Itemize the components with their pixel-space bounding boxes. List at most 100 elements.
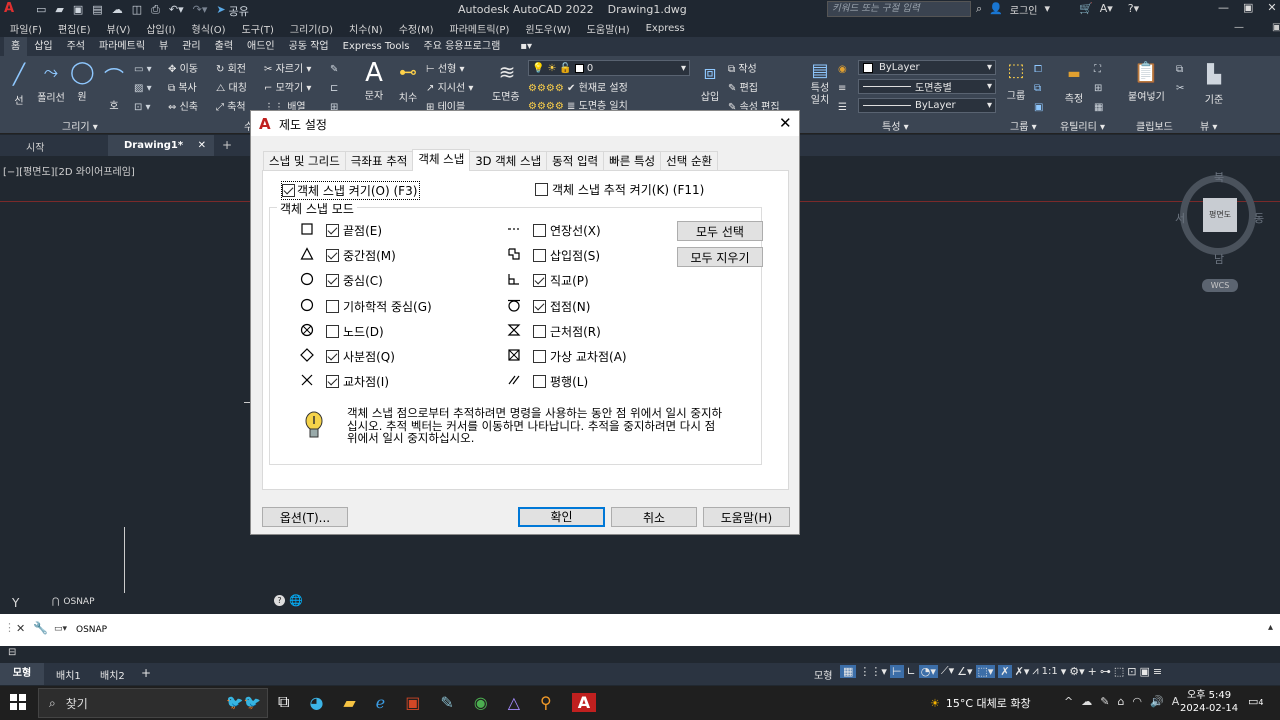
osnap-on-check[interactable] [282, 184, 295, 197]
options-button[interactable]: 옵션(T)... [262, 507, 348, 527]
ok-button[interactable]: 확인 [518, 507, 605, 527]
hatch-icon[interactable]: ▨ ▾ [134, 79, 152, 98]
command-scroll-up-icon[interactable]: ▴ [1268, 622, 1273, 633]
menu-edit[interactable]: 편집(E) [50, 21, 99, 36]
osnap-mode-left-5[interactable]: 사분점(Q) [326, 348, 395, 365]
command-web-icon[interactable]: 🌐 [289, 594, 303, 607]
osnap-mode-left-2[interactable]: 중심(C) [326, 272, 383, 289]
tab-3d-object-snap[interactable]: 3D 객체 스냅 [469, 151, 548, 171]
line-tool[interactable]: ╱ 선 [8, 62, 30, 107]
start-button-icon[interactable] [10, 694, 26, 710]
ie-icon[interactable]: ℯ [376, 693, 385, 712]
menu-window[interactable]: 윈도우(W) [517, 21, 578, 36]
osnap-mode-checkbox[interactable] [533, 350, 546, 363]
ortho-icon[interactable]: ⊢ [889, 664, 904, 678]
tab-express-tools[interactable]: Express Tools [336, 37, 417, 56]
move-button[interactable]: ✥ 이동 [168, 60, 198, 79]
tab-object-snap[interactable]: 객체 스냅 [412, 149, 471, 171]
groups-panel-label[interactable]: 그룹 ▾ [1010, 118, 1037, 133]
osnap-mode-checkbox[interactable] [326, 300, 339, 313]
workspace-icon[interactable]: ⚙▾ [1069, 665, 1084, 678]
osnap-on-checkbox[interactable]: 객체 스냅 켜기(O) (F3) [281, 181, 421, 200]
cart-icon[interactable]: 🛒 [1079, 2, 1093, 17]
a360-icon[interactable]: A▾ [1100, 2, 1113, 17]
osnap-mode-left-3[interactable]: 기하학적 중심(G) [326, 298, 432, 315]
app-triangle-icon[interactable]: △ [508, 693, 520, 712]
select-all-button[interactable]: 모두 선택 [677, 221, 763, 241]
autocad-taskbar-icon[interactable]: A [571, 692, 597, 712]
osnap-mode-left-0[interactable]: 끝점(E) [326, 222, 382, 239]
plot-icon[interactable]: ⎙ [151, 3, 160, 19]
make-current-button[interactable]: ✔ 현재로 설정 [567, 83, 628, 94]
user-icon[interactable]: 👤 [989, 2, 1003, 17]
task-view-icon[interactable]: ⧉ [278, 692, 289, 712]
command-customize-icon[interactable]: 🔧 [33, 621, 48, 635]
restore-icon[interactable]: ▣ [1243, 1, 1253, 14]
units-icon[interactable]: ⊶ [1100, 665, 1111, 678]
offset-icon[interactable]: ⊏ [330, 79, 338, 98]
region-icon[interactable]: ⊡ ▾ [134, 98, 152, 117]
edge-icon[interactable]: ◕ [309, 693, 323, 712]
menu-express[interactable]: Express [638, 23, 693, 34]
osnap-track-checkbox[interactable]: 객체 스냅 추적 켜기(K) (F11) [535, 181, 704, 198]
leader-button[interactable]: ↗ 지시선 ▾ [426, 79, 473, 98]
ungroup-icon[interactable]: ⧠ [1034, 60, 1043, 79]
osnap-mode-checkbox[interactable] [326, 350, 339, 363]
clear-all-button[interactable]: 모두 지우기 [677, 247, 763, 267]
osnap-mode-checkbox[interactable] [326, 274, 339, 287]
viewcube-west[interactable]: 서 [1175, 210, 1185, 226]
command-close-icon[interactable]: ✕ [16, 622, 25, 635]
view-panel-label[interactable]: 뷰 ▾ [1200, 118, 1217, 133]
command-prompt-icon[interactable]: ▭▾ [54, 624, 67, 634]
login-chevron-icon[interactable]: ▾ [1044, 2, 1050, 17]
osnap-mode-checkbox[interactable] [326, 224, 339, 237]
cut-icon[interactable]: ✂ [1176, 79, 1184, 98]
osnap-status-icon[interactable]: ⬚▾ [975, 664, 996, 678]
annotation-scale-icon[interactable]: ✗▾ [1015, 665, 1030, 678]
edit-block-button[interactable]: ✎ 편집 [728, 79, 780, 98]
hardware-icon[interactable]: ⊡ [1127, 665, 1136, 678]
tray-ime-icon[interactable]: A [1172, 695, 1180, 708]
annotation-monitor-icon[interactable]: ✗ [998, 664, 1012, 678]
linetype-icon[interactable]: ≡ [838, 79, 847, 98]
notification-icon[interactable]: ▭4 [1248, 695, 1264, 708]
group-tool[interactable]: ⬚ 그룹 [1004, 60, 1028, 102]
fillet-button[interactable]: ⌐ 모깍기 ▾ [264, 79, 311, 98]
cleanscreen-icon[interactable]: ▣ [1139, 665, 1149, 678]
drawing-tab[interactable]: Drawing1* ✕ [108, 135, 214, 156]
color-wheel-icon[interactable]: ◉ [838, 60, 847, 79]
osnap-mode-checkbox[interactable] [326, 325, 339, 338]
tab-output[interactable]: 출력 [208, 37, 240, 56]
utilities-panel-label[interactable]: 유틸리티 ▾ [1060, 118, 1105, 133]
undo-icon[interactable]: ↶▾ [169, 3, 184, 19]
osnap-mode-checkbox[interactable] [326, 375, 339, 388]
model-tab[interactable]: 모형 [0, 663, 44, 685]
paint-icon[interactable]: ✎ [440, 693, 453, 712]
command-help-icon[interactable]: ? [274, 595, 285, 606]
measure-tool[interactable]: ▬ 측정 [1062, 66, 1086, 105]
match-properties-tool[interactable]: ▤ 특성 일치 [808, 60, 832, 107]
dialog-close-icon[interactable]: ✕ [779, 114, 792, 132]
close-tab-icon[interactable]: ✕ [198, 135, 206, 156]
erase-icon[interactable]: ✎ [330, 60, 338, 79]
clock[interactable]: 오후 5:49 2024-02-14 [1180, 689, 1238, 715]
scale-button[interactable]: ⤢ 축척 [216, 98, 247, 117]
menu-view[interactable]: 뷰(V) [99, 21, 139, 36]
menu-parametric[interactable]: 파라메트릭(P) [442, 21, 518, 36]
create-block-button[interactable]: ⧉ 작성 [728, 60, 780, 79]
help-button[interactable]: 도움말(H) [703, 507, 790, 527]
scale-value[interactable]: 1:1 [1042, 666, 1058, 677]
circle-tool[interactable]: ◯ 원 [70, 62, 95, 104]
lineweight-icon[interactable]: ☰ [838, 98, 847, 117]
lineweight-dropdown[interactable]: ByLayer ▾ [858, 98, 996, 113]
close-window-icon[interactable]: ✕ [1267, 1, 1276, 14]
polyline-tool[interactable]: ⤳ 폴리선 [36, 62, 66, 104]
weather-widget[interactable]: ☀ 15°C 대체로 화창 [930, 695, 1031, 711]
osnap-track-check[interactable] [535, 183, 548, 196]
tab-snap-grid[interactable]: 스냅 및 그리드 [263, 151, 346, 171]
paste-tool[interactable]: 📋 붙여넣기 [1128, 60, 1165, 103]
snap-icon[interactable]: ⋮⋮▾ [859, 665, 887, 678]
clipboard-panel-label[interactable]: 클립보드 [1136, 118, 1173, 133]
dialog-title-bar[interactable]: A 제도 설정 ✕ [251, 111, 799, 136]
search-app-icon[interactable]: ⚲ [540, 693, 552, 712]
